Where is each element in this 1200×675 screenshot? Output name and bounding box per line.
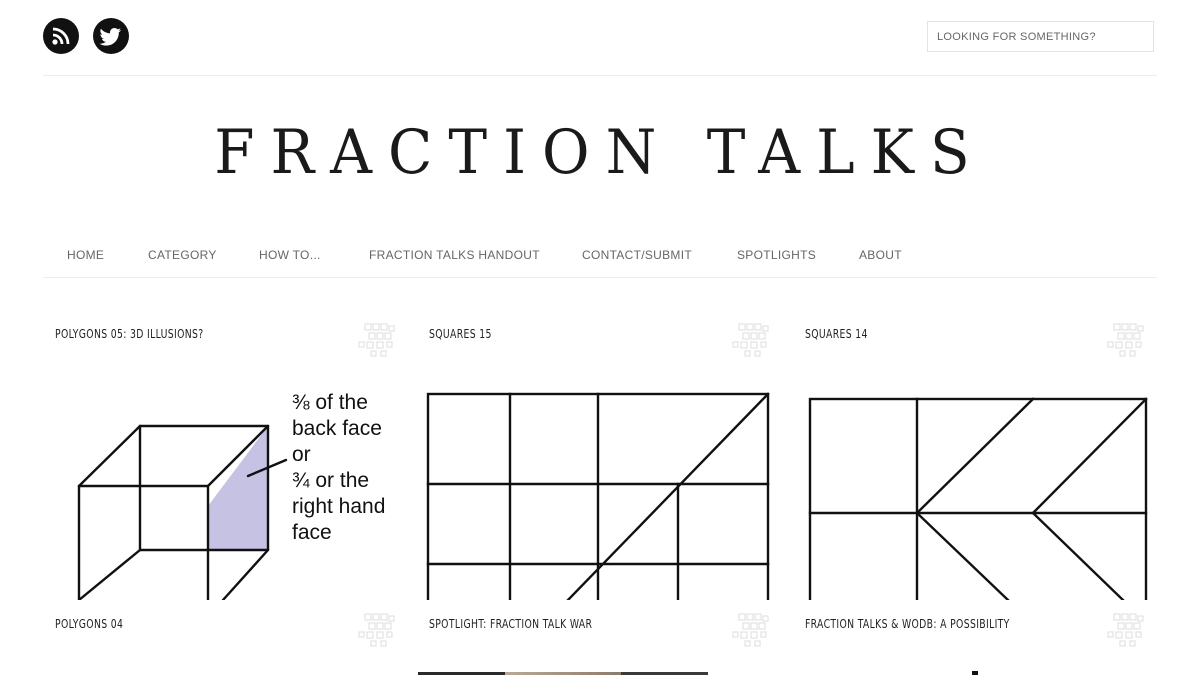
post-title[interactable]: SPOTLIGHT: FRACTION TALK WAR — [429, 617, 592, 631]
post-thumbnail-cube[interactable]: ⅜ of the back face or ¾ or the right han… — [43, 380, 408, 600]
social-links — [43, 18, 129, 54]
post-format-icon — [732, 323, 769, 357]
nav-home[interactable]: HOME — [67, 248, 104, 262]
post-format-icon — [732, 613, 769, 647]
post-format-icon — [1107, 613, 1144, 647]
nav-divider — [43, 277, 1157, 278]
nav-category[interactable]: CATEGORY — [148, 248, 217, 262]
site-title[interactable]: FRACTION TALKS — [0, 116, 1200, 187]
post-thumbnail-squares-15[interactable] — [418, 380, 783, 600]
nav-spotlights[interactable]: SPOTLIGHTS — [737, 248, 816, 262]
post-title[interactable]: FRACTION TALKS & WODB: A POSSIBILITY — [805, 617, 1010, 631]
nav-contact[interactable]: CONTACT/SUBMIT — [582, 248, 692, 262]
annotation-line: or — [292, 443, 311, 466]
post-format-icon — [358, 613, 395, 647]
main-nav: HOME CATEGORY HOW TO... FRACTION TALKS H… — [43, 248, 1157, 276]
annotation-line: ¾ or the — [292, 469, 370, 492]
post-thumbnail-wodb[interactable] — [972, 671, 978, 675]
nav-how-to[interactable]: HOW TO... — [259, 248, 321, 262]
post-title[interactable]: POLYGONS 05: 3D ILLUSIONS? — [55, 327, 204, 341]
annotation-line: face — [292, 521, 332, 544]
post-format-icon — [1107, 323, 1144, 357]
twitter-icon[interactable] — [93, 18, 129, 54]
post-thumbnail-squares-14[interactable] — [793, 380, 1158, 600]
annotation-line: ⅜ of the — [292, 391, 368, 414]
nav-handout[interactable]: FRACTION TALKS HANDOUT — [369, 248, 540, 262]
rss-icon[interactable] — [43, 18, 79, 54]
cube-annotation: ⅜ of the back face or ¾ or the right han… — [292, 390, 385, 546]
nav-about[interactable]: ABOUT — [859, 248, 902, 262]
post-format-icon — [358, 323, 395, 357]
search-input[interactable] — [927, 21, 1154, 52]
header-divider — [43, 75, 1157, 76]
post-title[interactable]: SQUARES 15 — [429, 327, 492, 341]
post-title[interactable]: SQUARES 14 — [805, 327, 868, 341]
annotation-line: right hand — [292, 495, 386, 518]
annotation-line: back face — [292, 417, 382, 440]
post-title[interactable]: POLYGONS 04 — [55, 617, 123, 631]
